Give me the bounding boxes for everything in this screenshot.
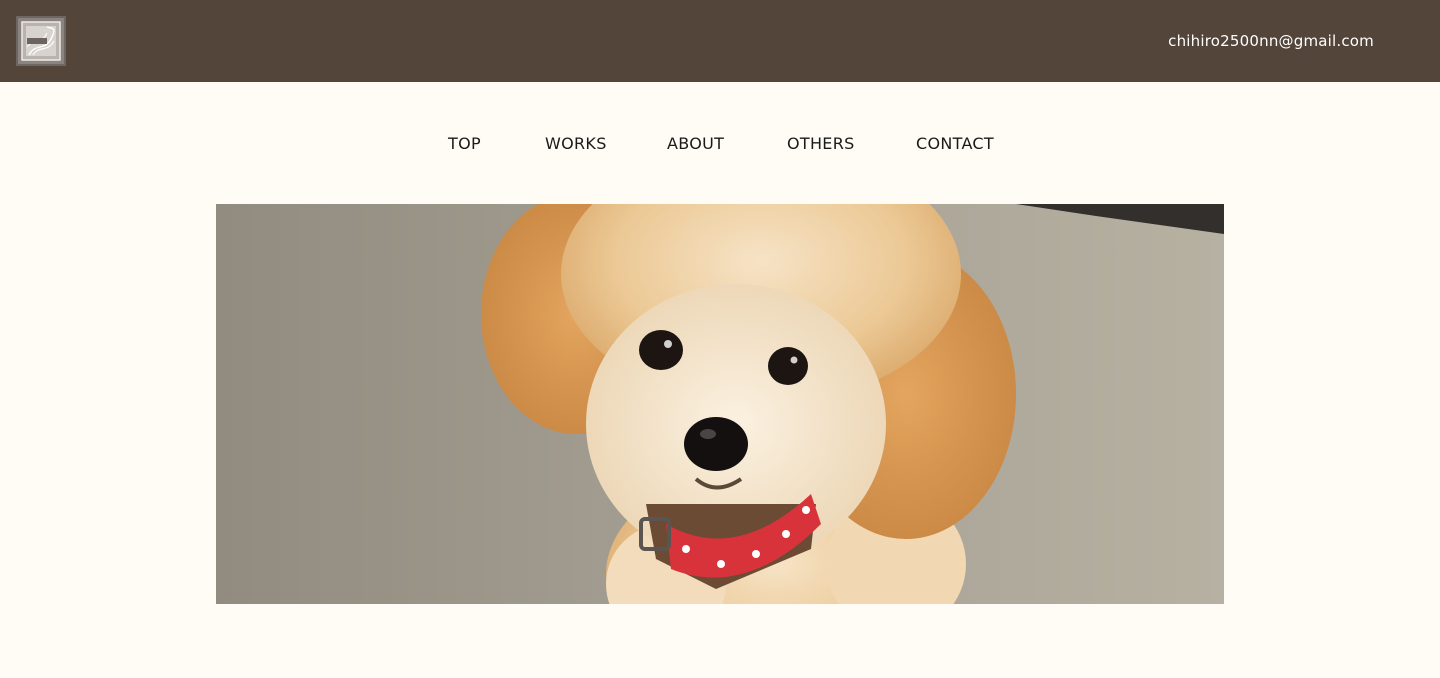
nav-item-works[interactable]: WORKS <box>545 132 607 156</box>
hero-image <box>216 204 1224 604</box>
site-header: chihiro2500nn@gmail.com <box>0 0 1440 82</box>
logo-mark-icon <box>21 21 61 61</box>
nav-item-about[interactable]: ABOUT <box>667 132 724 156</box>
nav-item-top[interactable]: TOP <box>448 132 481 156</box>
main-nav: TOP WORKS ABOUT OTHERS CONTACT <box>0 132 1440 156</box>
poodle-photo <box>216 204 1224 604</box>
nav-item-contact[interactable]: CONTACT <box>916 132 994 156</box>
contact-email-link[interactable]: chihiro2500nn@gmail.com <box>1168 32 1374 50</box>
nav-item-others[interactable]: OTHERS <box>787 132 855 156</box>
site-logo[interactable] <box>16 16 66 66</box>
